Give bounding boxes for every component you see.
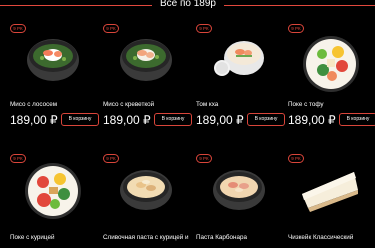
product-name: Сливочная паста с курицей и [103, 234, 189, 241]
product-name: Паста Карбонара [196, 234, 248, 241]
add-to-cart-button[interactable]: В корзину [154, 113, 192, 126]
product-badge: 9 РК [103, 154, 119, 163]
product-price: 189,00 ₽ [103, 113, 151, 127]
product-name: Поке с тофу [288, 101, 324, 108]
product-badge: 9 РК [10, 24, 26, 33]
product-price: 189,00 ₽ [196, 113, 244, 127]
product-grid: 9 РК Мисо с лососем 189,00 ₽ В корзину 9… [0, 0, 375, 248]
product-badge: 9 РК [103, 24, 119, 33]
product-name: Поке с курицей [10, 234, 55, 241]
cheesecake-image[interactable] [298, 164, 362, 214]
add-to-cart-button[interactable]: В корзину [339, 113, 375, 126]
add-to-cart-button[interactable]: В корзину [61, 113, 99, 126]
creamy-pasta-bowl-image[interactable] [117, 164, 175, 214]
miso-salmon-bowl-image[interactable] [24, 34, 82, 84]
product-name: Чизкейк Классический [288, 234, 354, 241]
product-name: Том кха [196, 101, 219, 108]
product-name: Мисо с креветкой [103, 101, 155, 108]
product-price: 189,00 ₽ [10, 113, 58, 127]
tom-kha-bowl-image[interactable] [210, 34, 268, 84]
product-price: 189,00 ₽ [288, 113, 336, 127]
miso-shrimp-bowl-image[interactable] [117, 34, 175, 84]
product-badge: 9 РК [196, 24, 212, 33]
poke-chicken-bowl-image[interactable] [24, 160, 82, 222]
product-name: Мисо с лососем [10, 101, 58, 108]
poke-tofu-bowl-image[interactable] [302, 34, 360, 92]
product-badge: 9 РК [196, 154, 212, 163]
add-to-cart-button[interactable]: В корзину [247, 113, 285, 126]
product-badge: 9 РК [288, 24, 304, 33]
pasta-carbonara-bowl-image[interactable] [210, 164, 268, 214]
product-badge: 9 РК [288, 154, 304, 163]
